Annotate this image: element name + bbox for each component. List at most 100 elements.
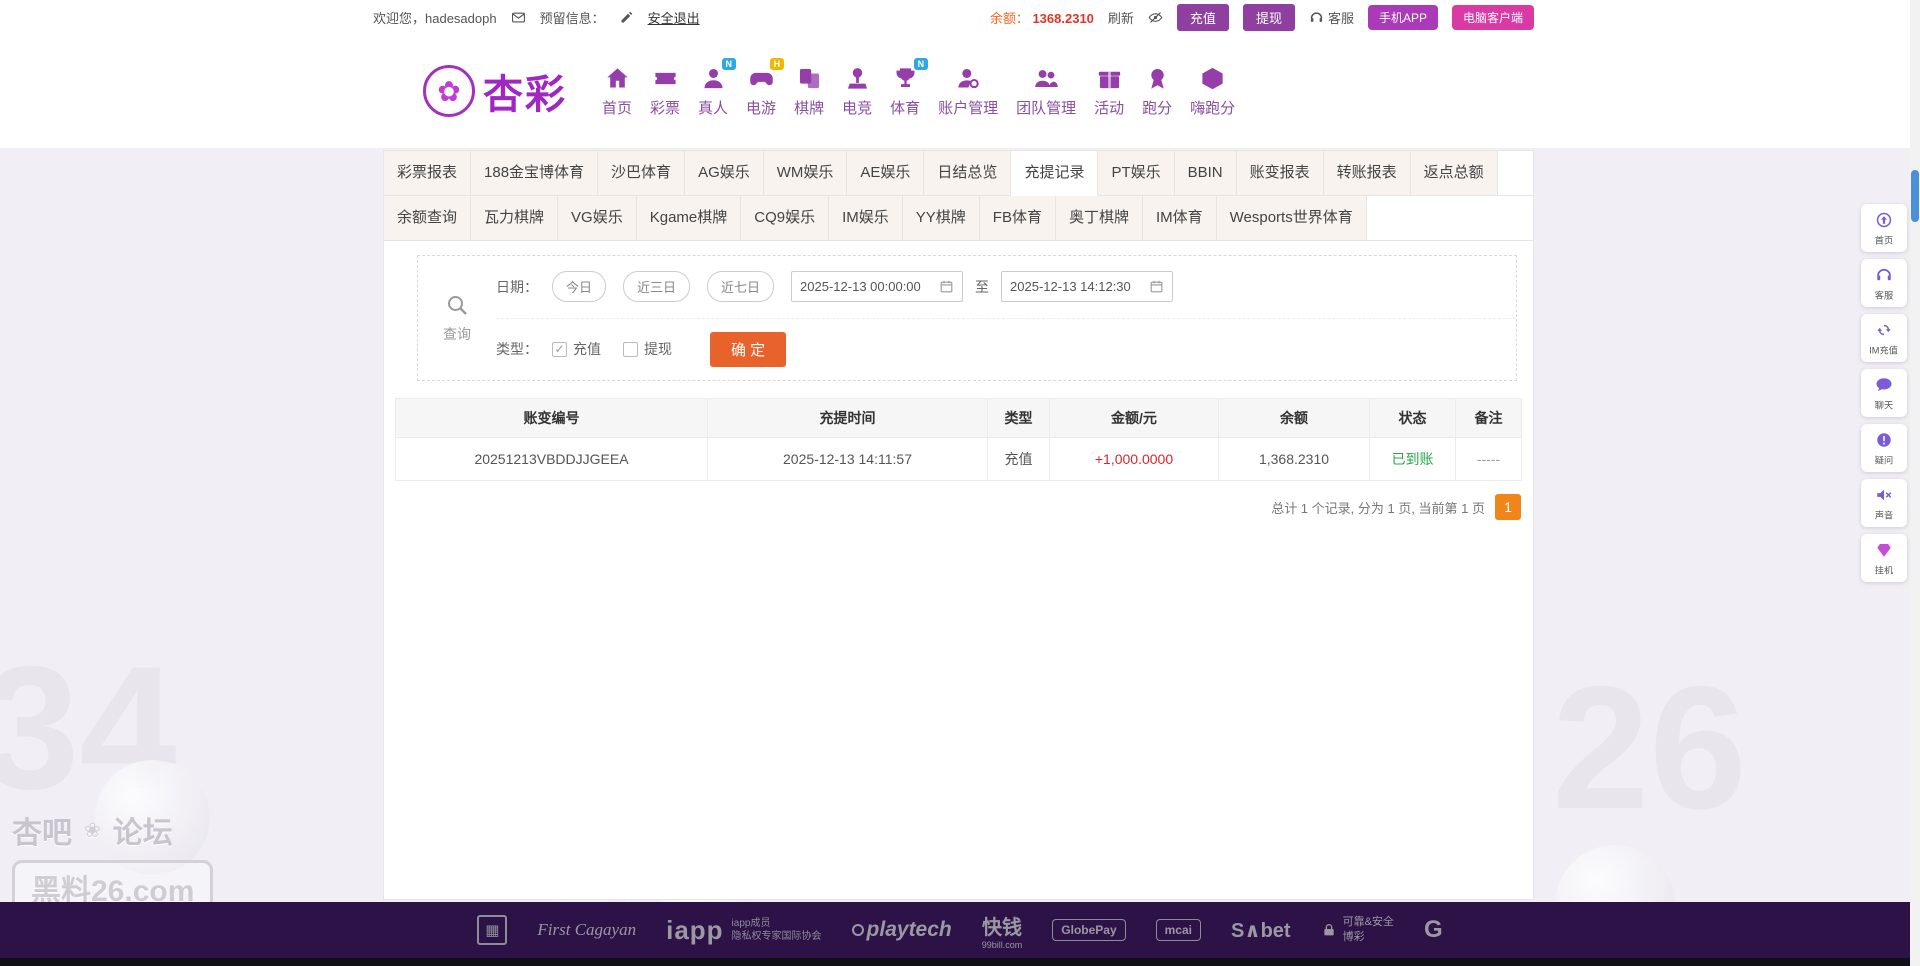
alert-icon [1875,431,1893,449]
scrollbar-track[interactable] [1910,0,1920,966]
customer-service-link[interactable]: 客服 [1309,8,1354,27]
toolbar-im-recharge[interactable]: IM充值 [1861,314,1907,362]
nav-item-hi-paofen[interactable]: 嗨跑分 [1190,65,1235,118]
toolbar-label: 声音 [1875,508,1893,522]
toolbar-service[interactable]: 客服 [1861,259,1907,307]
tab-pt[interactable]: PT娱乐 [1098,151,1174,196]
nav-item-sports[interactable]: N 体育 [890,65,920,118]
scrollbar-thumb[interactable] [1911,170,1919,222]
cell-time: 2025-12-13 14:11:57 [708,438,988,481]
toolbar-chat[interactable]: 聊天 [1861,369,1907,417]
tab-wm[interactable]: WM娱乐 [764,151,848,196]
playtech-logo: playtech [852,918,952,942]
confirm-button[interactable]: 确 定 [710,332,786,367]
headset-icon [1875,266,1893,284]
brand-logo[interactable]: ✿ 杏彩 [423,62,567,120]
reserved-info-label: 预留信息： [540,8,605,27]
nav-item-esports[interactable]: 电竞 [842,65,872,118]
nav-item-home[interactable]: 首页 [602,65,632,118]
tab-rebate-total[interactable]: 返点总额 [1411,151,1498,196]
checkbox-unchecked-icon [623,342,638,357]
customer-service-label: 客服 [1328,8,1354,27]
tab-transfer-report[interactable]: 转账报表 [1324,151,1411,196]
toolbar-label: 首页 [1875,233,1893,247]
pc-client-button[interactable]: 电脑客户端 [1452,5,1534,30]
logout-link[interactable]: 安全退出 [648,8,700,27]
nav-item-account[interactable]: 账户管理 [938,65,998,118]
tiles-icon [796,65,823,92]
recharge-button[interactable]: 充值 [1177,4,1229,31]
tab-bbin[interactable]: BBIN [1175,151,1237,196]
type-filter-row: 类型： ✓ 充值 提现 确 定 [496,319,1516,381]
tab-lottery-report[interactable]: 彩票报表 [384,151,471,196]
watermark-right: 论坛 [113,808,173,852]
tab-cq9[interactable]: CQ9娱乐 [741,196,829,241]
withdraw-button[interactable]: 提现 [1243,4,1295,31]
tab-im-sports[interactable]: IM体育 [1143,196,1217,241]
quick-3days-button[interactable]: 近三日 [623,271,690,302]
edit-icon[interactable] [619,10,634,25]
toolbar-sound[interactable]: 声音 [1861,479,1907,527]
col-header-status: 状态 [1370,399,1456,438]
date-from-input[interactable]: 2025-12-13 00:00:00 [791,271,963,302]
top-bar-left: 欢迎您，hadesadoph 预留信息： 安全退出 [373,8,700,27]
nav-item-live[interactable]: N 真人 [698,65,728,118]
home-icon [604,65,631,92]
tab-aoding[interactable]: 奥丁棋牌 [1056,196,1143,241]
nav-item-activity[interactable]: 活动 [1094,65,1124,118]
kuaiqian-logo: 快钱 99bill.com [982,911,1023,950]
tab-wesports[interactable]: Wesports世界体育 [1217,196,1367,241]
refresh-link[interactable]: 刷新 [1108,8,1134,27]
toolbar-home[interactable]: 首页 [1861,204,1907,252]
tab-ag[interactable]: AG娱乐 [685,151,764,196]
recharge-checkbox[interactable]: ✓ 充值 [552,339,601,359]
page-1-button[interactable]: 1 [1495,494,1521,520]
nav-label: 团队管理 [1016,97,1076,118]
mail-icon[interactable] [511,10,526,25]
to-label: 至 [975,277,989,297]
toolbar-question[interactable]: 疑问 [1861,424,1907,472]
tab-ae[interactable]: AE娱乐 [847,151,924,196]
tab-balance-query[interactable]: 余额查询 [384,196,471,241]
tab-fb-sports[interactable]: FB体育 [980,196,1056,241]
iapp-line1: iapp成员 [732,917,822,931]
main-nav: ✿ 杏彩 首页 彩票 N 真人 H 电游 棋牌 电竞 N 体育 账户管理 团队管… [0,34,1920,148]
iapp-line2: 隐私权专家国际协会 [732,930,822,944]
ticket-icon [652,65,679,92]
tab-shaba-sports[interactable]: 沙巴体育 [598,151,685,196]
hot-badge: H [770,58,785,71]
toolbar-label: 挂机 [1875,563,1893,577]
tab-yy[interactable]: YY棋牌 [903,196,980,241]
date-to-input[interactable]: 2025-12-13 14:12:30 [1001,271,1173,302]
secure-text: 可靠&安全 博彩 [1343,915,1394,945]
nav-item-paofen[interactable]: 跑分 [1142,65,1172,118]
tab-account-change-report[interactable]: 账变报表 [1237,151,1324,196]
col-header-balance: 余额 [1219,399,1370,438]
calendar-icon[interactable] [939,279,954,294]
nav-item-egames[interactable]: H 电游 [746,65,776,118]
nav-item-boardgames[interactable]: 棋牌 [794,65,824,118]
top-bar: 欢迎您，hadesadoph 预留信息： 安全退出 余额： 1368.2310 … [0,0,1920,34]
tab-im[interactable]: IM娱乐 [829,196,903,241]
tab-recharge-records[interactable]: 充提记录 [1011,151,1098,196]
calendar-icon[interactable] [1149,279,1164,294]
quick-today-button[interactable]: 今日 [552,271,606,302]
eye-off-icon[interactable] [1148,10,1163,25]
tab-wali[interactable]: 瓦力棋牌 [471,196,558,241]
tab-kgame[interactable]: Kgame棋牌 [637,196,742,241]
nav-item-lottery[interactable]: 彩票 [650,65,680,118]
nav-item-team[interactable]: 团队管理 [1016,65,1076,118]
checkbox-checked-icon: ✓ [552,342,567,357]
search-block: 查询 [418,256,496,380]
quick-7days-button[interactable]: 近七日 [707,271,774,302]
toolbar-afk[interactable]: 挂机 [1861,534,1907,582]
withdraw-checkbox[interactable]: 提现 [623,339,672,359]
tab-188-sports[interactable]: 188金宝博体育 [471,151,598,196]
joystick-icon [844,65,871,92]
mobile-app-button[interactable]: 手机APP [1368,5,1438,30]
cell-status: 已到账 [1370,438,1456,481]
sbet-logo: S∧bet [1231,918,1291,943]
secure-line1: 可靠&安全 [1343,915,1394,930]
tab-vg[interactable]: VG娱乐 [558,196,637,241]
tab-daily-summary[interactable]: 日结总览 [924,151,1011,196]
